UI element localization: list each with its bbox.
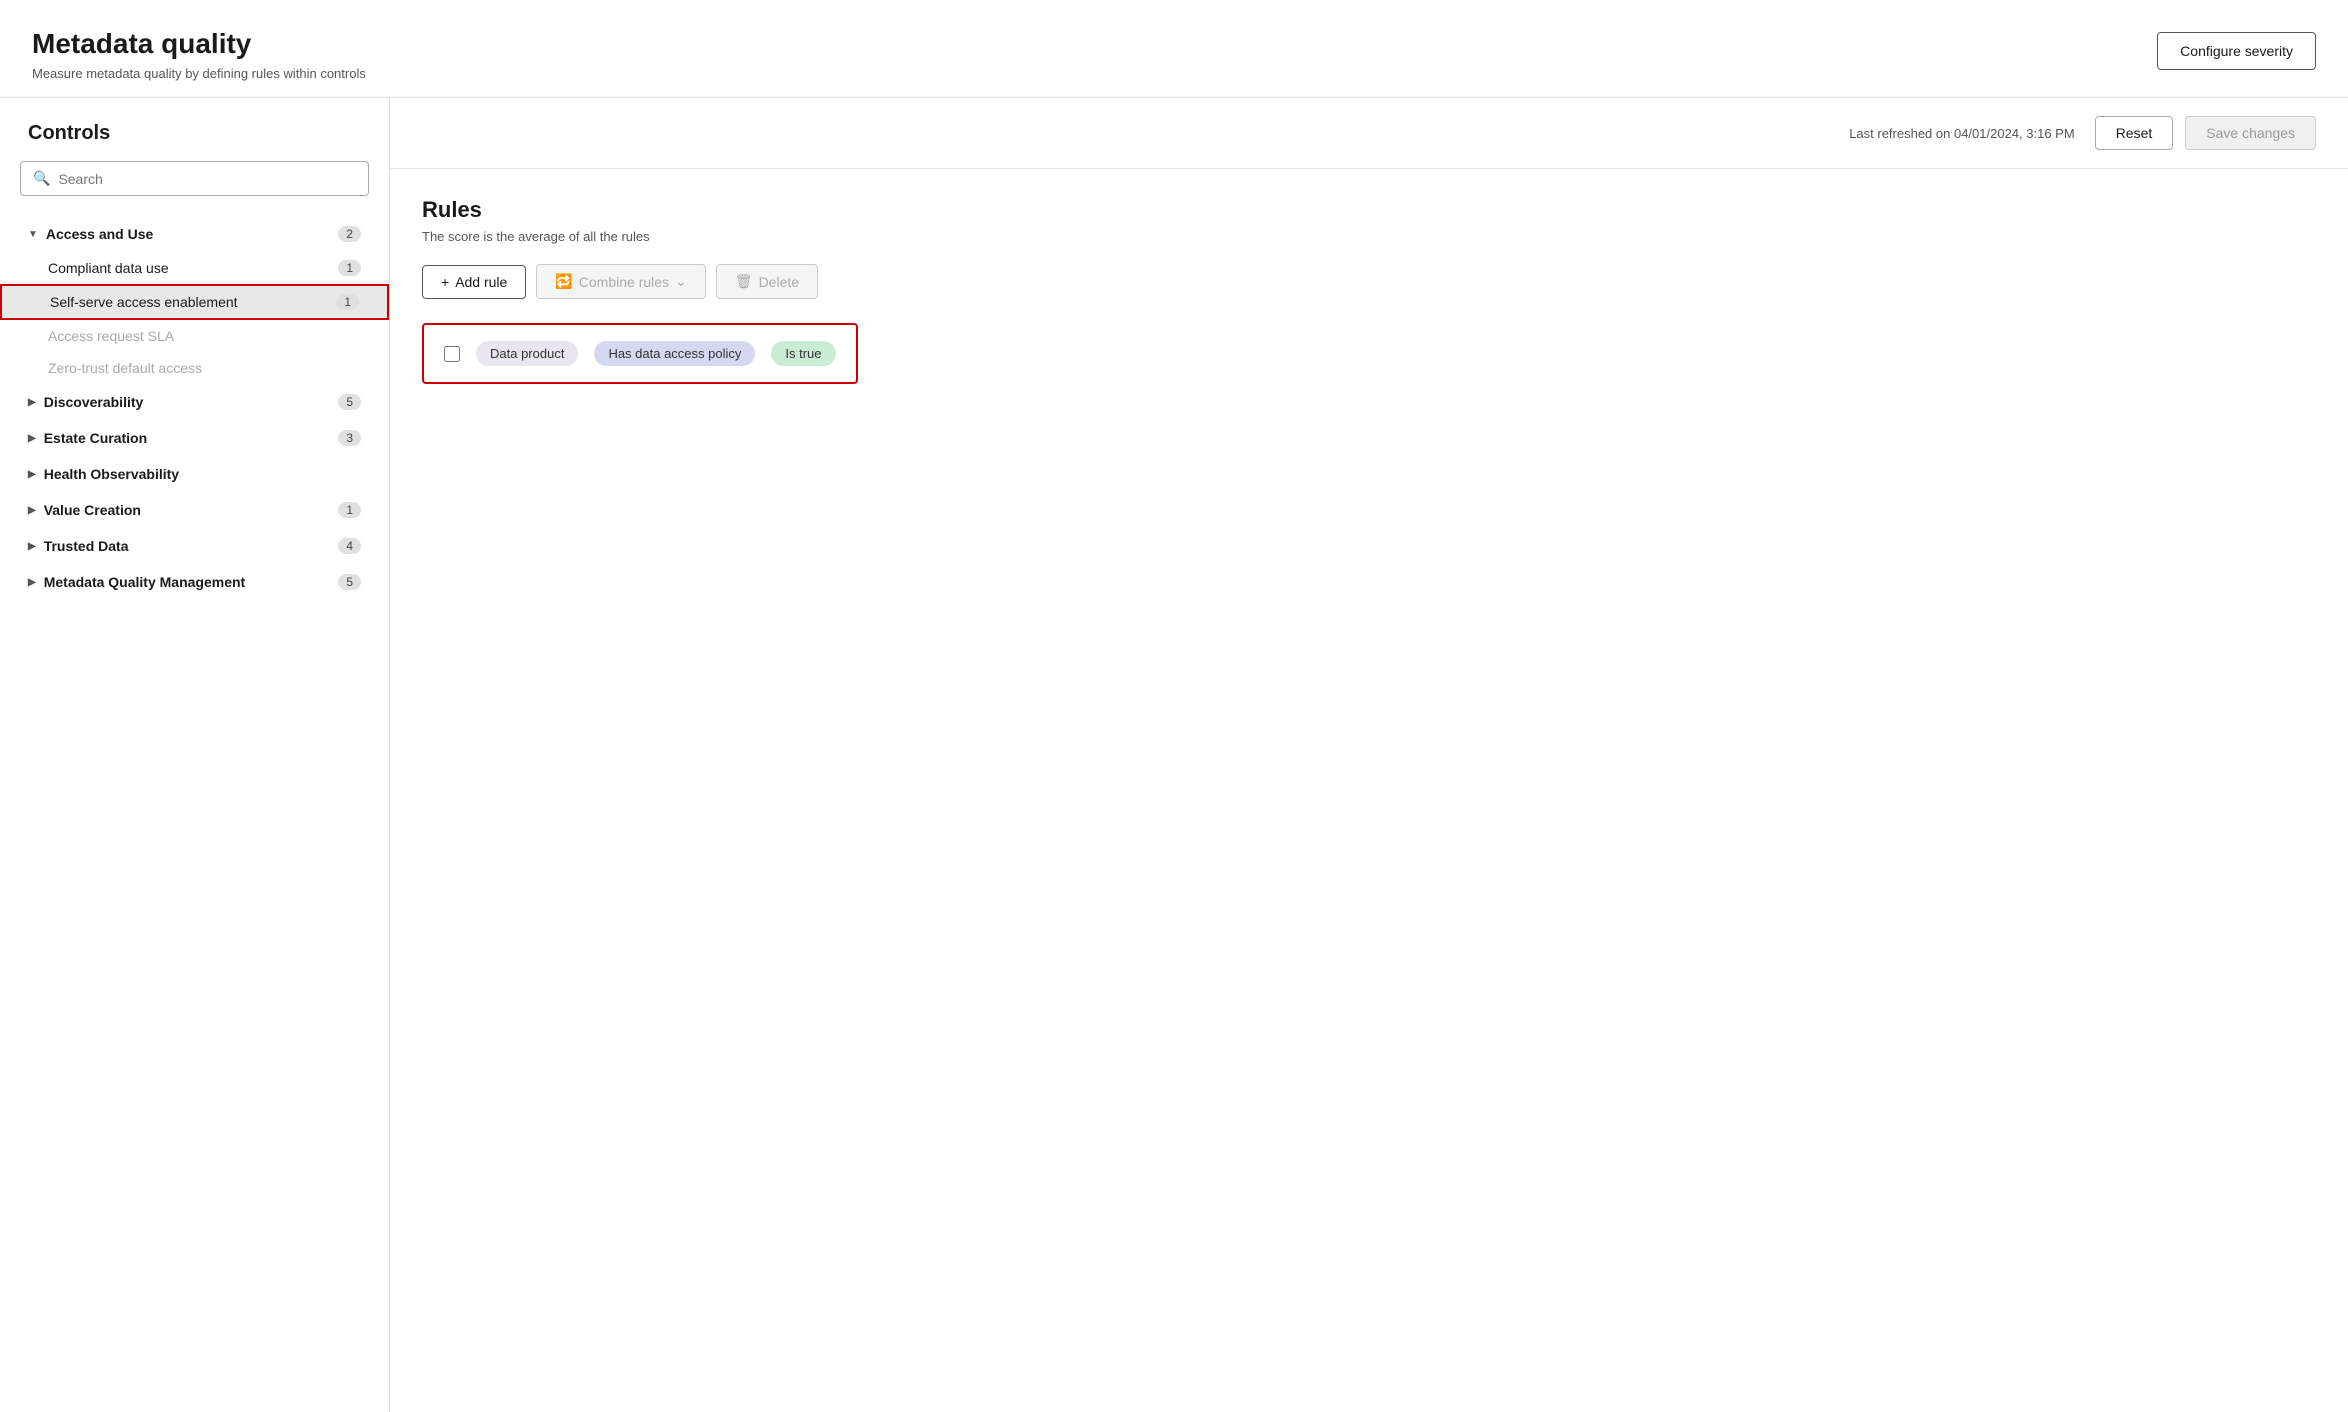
chevron-right-icon-4: ▶	[28, 505, 36, 516]
rules-section: Rules The score is the average of all th…	[390, 169, 2348, 412]
badge-discoverability: 5	[338, 394, 361, 410]
search-box[interactable]: 🔍	[20, 161, 369, 196]
badge-self-serve: 1	[336, 294, 359, 310]
rule-entity-tag: Data product	[476, 341, 578, 366]
sidebar-group-health-observability[interactable]: ▶ Health Observability	[0, 456, 389, 492]
sidebar-group-discoverability[interactable]: ▶ Discoverability 5	[0, 384, 389, 420]
sidebar-group-access-and-use[interactable]: ▼ Access and Use 2	[0, 216, 389, 252]
chevron-down-combine-icon: ⌄	[675, 273, 687, 290]
sidebar-group-estate-curation[interactable]: ▶ Estate Curation 3	[0, 420, 389, 456]
configure-severity-button[interactable]: Configure severity	[2157, 32, 2316, 70]
rules-actions: + Add rule 🔁 Combine rules ⌄ 🗑 Delete	[422, 264, 2316, 299]
sidebar-section: ▼ Access and Use 2 Compliant data use 1 …	[0, 216, 389, 600]
trash-icon: 🗑	[735, 273, 753, 290]
search-icon: 🔍	[33, 170, 50, 187]
sidebar-item-access-request-sla[interactable]: Access request SLA	[0, 320, 389, 352]
chevron-down-icon: ▼	[28, 229, 38, 240]
page-header: Metadata quality Measure metadata qualit…	[0, 0, 2348, 98]
sidebar: Controls 🔍 ▼ Access and Use 2 Com	[0, 98, 390, 1412]
rule-checkbox[interactable]	[444, 346, 460, 362]
plus-icon: +	[441, 274, 449, 290]
page-title: Metadata quality	[32, 28, 366, 60]
sidebar-item-zero-trust[interactable]: Zero-trust default access	[0, 352, 389, 384]
delete-button[interactable]: 🗑 Delete	[716, 264, 818, 299]
rule-value-tag: Is true	[771, 341, 835, 366]
group-label-value-creation: Value Creation	[44, 502, 141, 518]
sidebar-item-self-serve-access[interactable]: Self-serve access enablement 1	[0, 284, 389, 320]
sidebar-group-value-creation[interactable]: ▶ Value Creation 1	[0, 492, 389, 528]
last-refreshed-label: Last refreshed on 04/01/2024, 3:16 PM	[1849, 126, 2075, 141]
badge-access-and-use: 2	[338, 226, 361, 242]
rule-attribute-tag: Has data access policy	[594, 341, 755, 366]
rules-subtitle: The score is the average of all the rule…	[422, 229, 2316, 244]
combine-icon: 🔁	[555, 273, 572, 290]
group-label-discoverability: Discoverability	[44, 394, 144, 410]
content-area: Last refreshed on 04/01/2024, 3:16 PM Re…	[390, 98, 2348, 1412]
badge-metadata-quality-mgmt: 5	[338, 574, 361, 590]
sidebar-item-compliant-data-use[interactable]: Compliant data use 1	[0, 252, 389, 284]
group-label-metadata-quality-mgmt: Metadata Quality Management	[44, 574, 246, 590]
sidebar-heading: Controls	[0, 122, 389, 161]
page-subtitle: Measure metadata quality by defining rul…	[32, 66, 366, 81]
badge-value-creation: 1	[338, 502, 361, 518]
rules-title: Rules	[422, 197, 2316, 223]
badge-compliant-data-use: 1	[338, 260, 361, 276]
chevron-right-icon-2: ▶	[28, 433, 36, 444]
page-wrapper: Metadata quality Measure metadata qualit…	[0, 0, 2348, 1412]
search-input[interactable]	[58, 171, 356, 187]
rule-row: Data product Has data access policy Is t…	[422, 323, 858, 384]
chevron-right-icon: ▶	[28, 397, 36, 408]
combine-rules-button[interactable]: 🔁 Combine rules ⌄	[536, 264, 705, 299]
header-text-block: Metadata quality Measure metadata qualit…	[32, 28, 366, 81]
add-rule-button[interactable]: + Add rule	[422, 265, 526, 299]
chevron-right-icon-3: ▶	[28, 469, 36, 480]
group-label-trusted-data: Trusted Data	[44, 538, 129, 554]
sidebar-group-trusted-data[interactable]: ▶ Trusted Data 4	[0, 528, 389, 564]
sidebar-group-metadata-quality-mgmt[interactable]: ▶ Metadata Quality Management 5	[0, 564, 389, 600]
group-label-health-observability: Health Observability	[44, 466, 179, 482]
badge-estate-curation: 3	[338, 430, 361, 446]
reset-button[interactable]: Reset	[2095, 116, 2174, 150]
content-toolbar: Last refreshed on 04/01/2024, 3:16 PM Re…	[390, 98, 2348, 169]
save-changes-button[interactable]: Save changes	[2185, 116, 2316, 150]
chevron-right-icon-5: ▶	[28, 541, 36, 552]
chevron-right-icon-6: ▶	[28, 577, 36, 588]
group-label-access-and-use: Access and Use	[46, 226, 153, 242]
main-layout: Controls 🔍 ▼ Access and Use 2 Com	[0, 98, 2348, 1412]
badge-trusted-data: 4	[338, 538, 361, 554]
group-label-estate-curation: Estate Curation	[44, 430, 147, 446]
